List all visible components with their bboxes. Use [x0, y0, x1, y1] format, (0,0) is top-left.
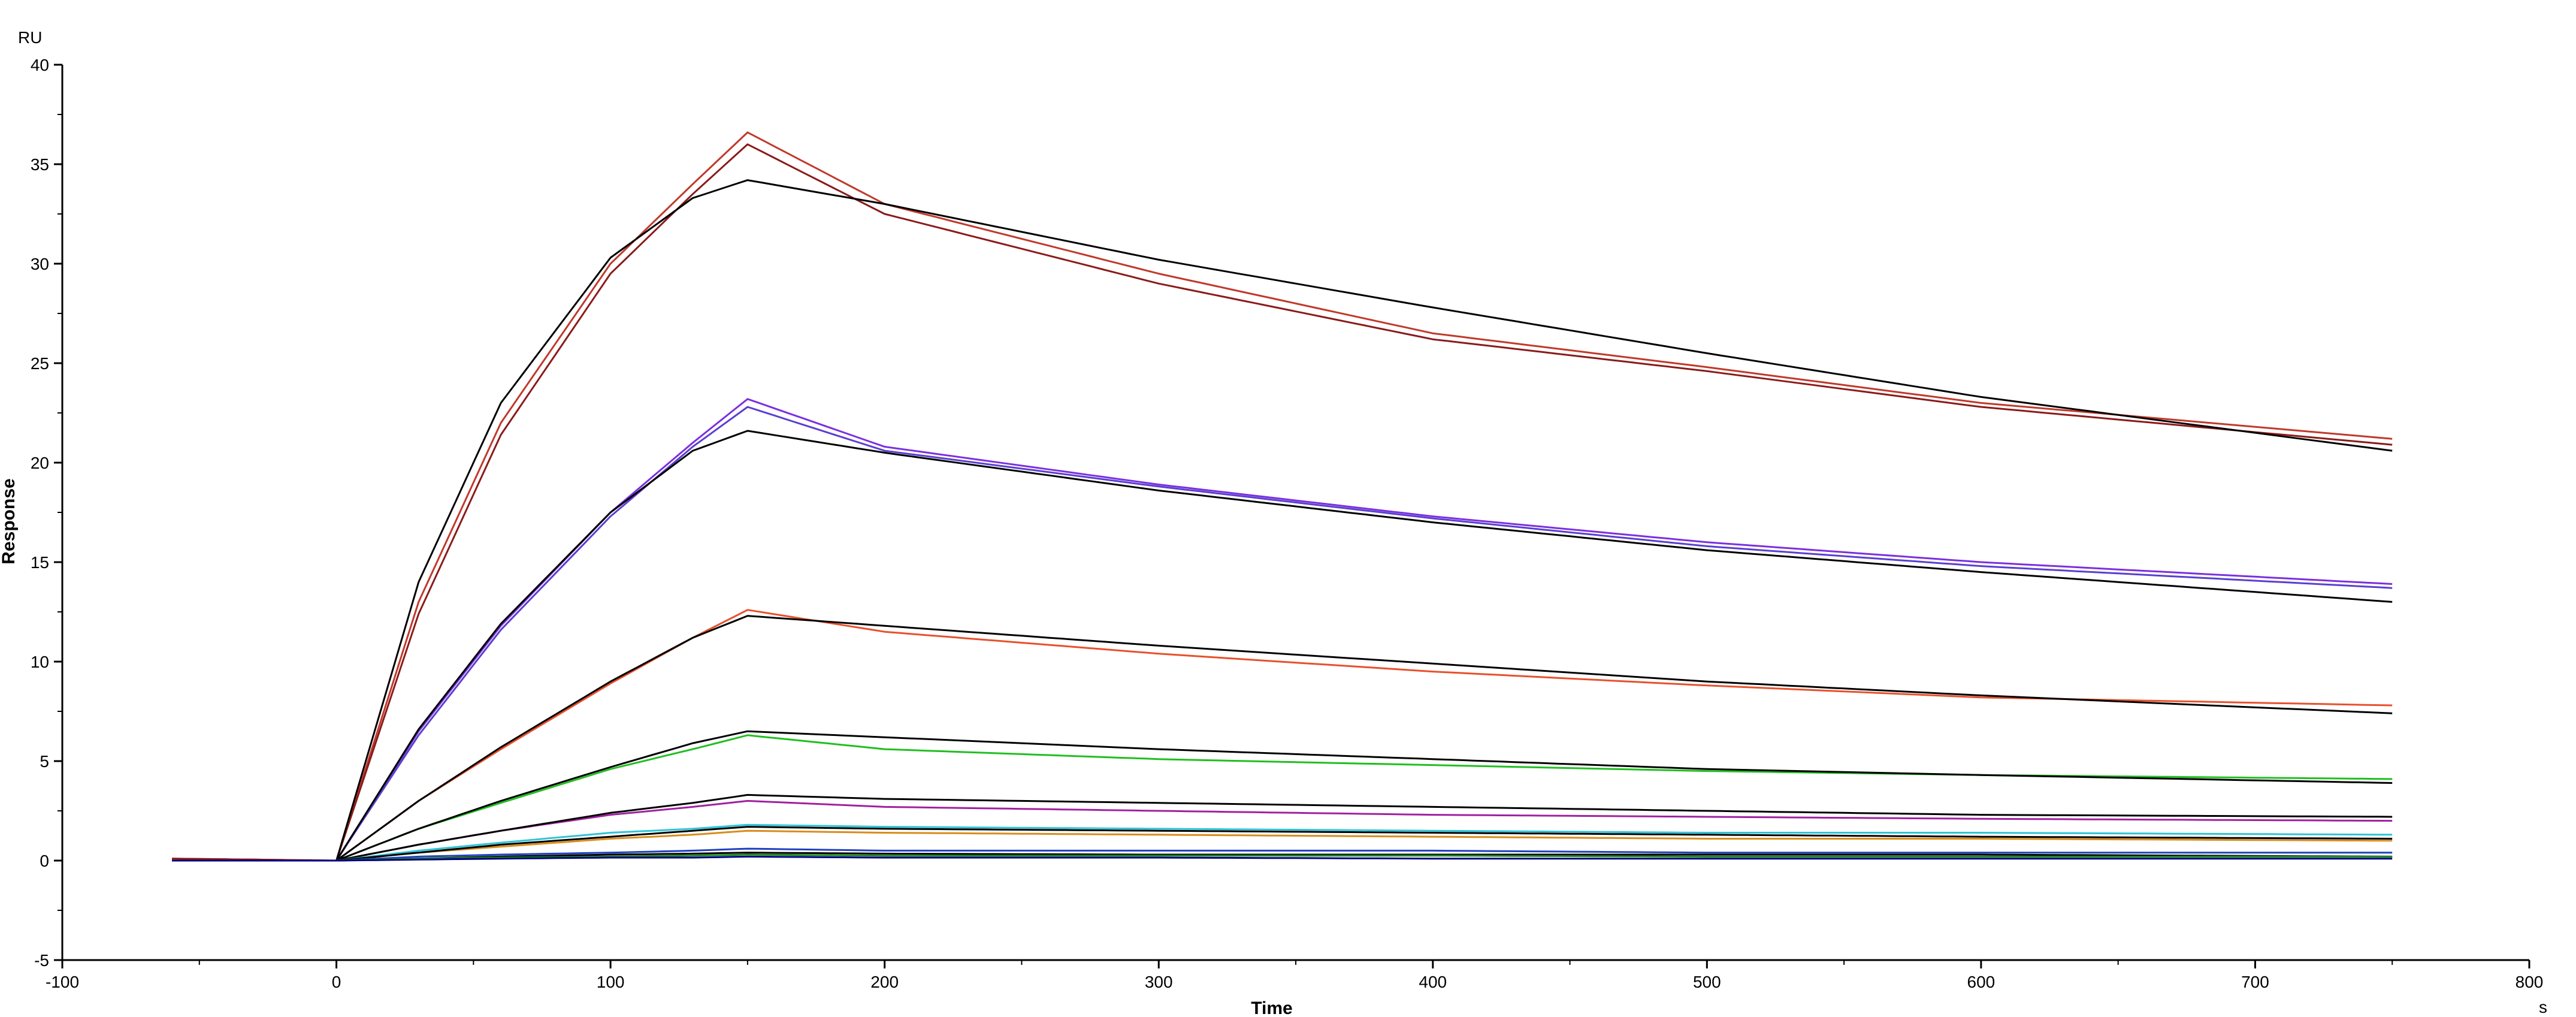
sensorgram-curve	[171, 131, 2393, 862]
y-tick-label: 5	[40, 752, 49, 771]
y-tick-label: 10	[31, 653, 49, 671]
y-tick-label: 0	[40, 852, 49, 870]
y-tick-label: 25	[31, 354, 49, 373]
x-tick-label: 500	[1693, 973, 1721, 991]
y-axis-title: Response	[0, 478, 19, 564]
sensorgram-curve	[172, 615, 2393, 862]
sensorgram-curve	[172, 179, 2393, 862]
x-tick-label: 400	[1419, 973, 1447, 991]
x-tick-label: 0	[332, 973, 341, 991]
x-tick-label: 300	[1145, 973, 1173, 991]
x-tick-label: 200	[870, 973, 899, 991]
y-tick-label: 30	[31, 255, 49, 273]
sensorgram-curve	[172, 430, 2393, 862]
axis-layer	[61, 65, 2529, 961]
y-tick-label: 35	[31, 155, 49, 174]
y-tick-label: -5	[34, 951, 49, 970]
x-unit-label: s	[2539, 998, 2547, 1016]
y-unit-label: RU	[18, 28, 42, 47]
sensorgram-curve	[172, 406, 2393, 862]
x-tick-label: 700	[2241, 973, 2269, 991]
sensorgram-curve	[172, 398, 2393, 862]
sensorgram-chart: -100 0 100 200 300 400 500 600 700 800 -5 0 5 10 15 20 2…	[0, 28, 2547, 1017]
y-tick-label: 15	[31, 553, 49, 572]
sensorgram-curve	[172, 609, 2393, 862]
x-tick-label: 800	[2515, 973, 2544, 991]
y-tick-label: 20	[31, 454, 49, 472]
sensorgram-curve	[172, 730, 2393, 862]
x-tick-label: 600	[1967, 973, 1996, 991]
x-tick-label: -100	[46, 973, 79, 991]
x-axis-title: Time	[1251, 998, 1292, 1017]
y-tick-label: 40	[31, 56, 49, 74]
x-tick-label: 100	[597, 973, 625, 991]
series-layer	[171, 131, 2393, 862]
